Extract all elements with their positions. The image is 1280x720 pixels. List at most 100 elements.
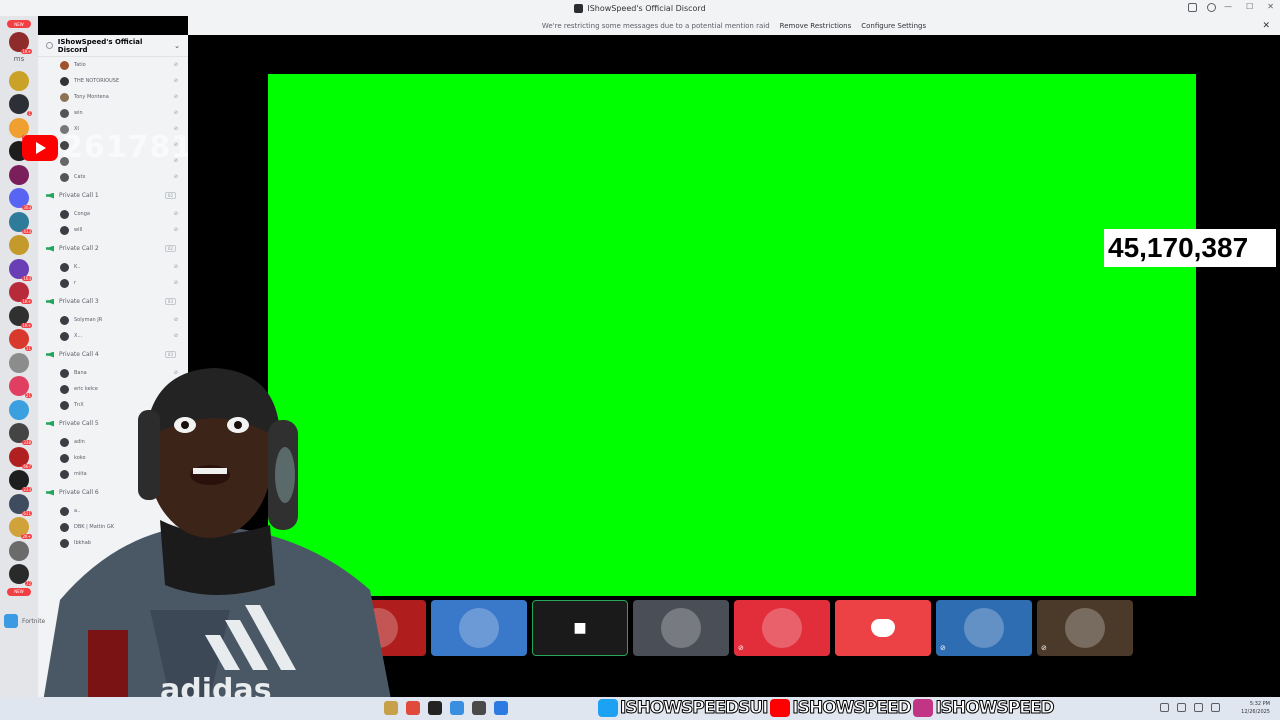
avatar [60, 331, 69, 341]
avatar [60, 278, 69, 288]
mic-muted-icon: ⊘ [1041, 644, 1047, 652]
remove-restrictions-link[interactable]: Remove Restrictions [780, 22, 852, 30]
mic-muted-icon: ⊘ [173, 174, 178, 180]
server-icon[interactable]: 1K+ [9, 305, 32, 328]
server-icon[interactable]: 1 [9, 94, 32, 116]
clock-date: 12/26/2025 [1241, 709, 1270, 715]
taskbar-app-icon[interactable] [428, 701, 442, 715]
taskbar-app-icon[interactable] [472, 701, 486, 715]
social-handle: ISHOWSPEED [792, 698, 912, 719]
participant-tile[interactable]: ■ [532, 600, 628, 656]
mic-muted-icon: ⊘ [173, 94, 178, 100]
voice-channel[interactable]: Private Call 2 02 [38, 238, 188, 259]
unread-badge: 1K+ [21, 48, 32, 54]
mic-muted-icon: ⊘ [173, 317, 178, 323]
battery-icon[interactable] [1211, 703, 1220, 712]
member-name: r [74, 280, 77, 286]
avatar [60, 60, 69, 70]
voice-channel-name: Private Call 3 [59, 298, 99, 305]
member-name: Tony Montena [74, 94, 109, 100]
volume-icon[interactable] [1194, 703, 1203, 712]
configure-settings-link[interactable]: Configure Settings [861, 22, 926, 30]
server-icon[interactable]: 11 [9, 329, 32, 351]
member-name: Conga [74, 211, 90, 217]
screenshare-video[interactable] [268, 74, 1196, 596]
participant-avatar [762, 608, 802, 648]
server-name: IShowSpeed's Official Discord [57, 37, 143, 54]
mic-muted-icon: ⊘ [940, 644, 946, 652]
ms-label: ms [13, 55, 25, 63]
unread-badge: 303 [22, 205, 32, 210]
social-handle: ISHOWSPEEDSUI [619, 698, 768, 719]
voice-member[interactable]: Tatio ⊘ [38, 57, 188, 73]
participant-tile[interactable] [431, 600, 527, 656]
youtube-subscriber-overlay: 261781 [22, 130, 193, 165]
server-icon[interactable]: 1K+ [9, 31, 32, 54]
voice-member[interactable]: win ⊘ [38, 105, 188, 121]
participant-tile[interactable] [633, 600, 729, 656]
taskbar-app-icon[interactable] [406, 701, 420, 715]
voice-member[interactable]: r ⊘ [38, 275, 188, 291]
new-badge-top[interactable]: NEW [7, 20, 31, 28]
mention-raid-notice: We're restricting some messages due to a… [188, 16, 1280, 35]
maximize-button[interactable]: ☐ [1246, 2, 1253, 11]
window-title: IShowSpeed's Official Discord [587, 3, 706, 13]
close-notice-button[interactable]: ✕ [1262, 21, 1270, 31]
user-count: 02 [164, 192, 176, 199]
avatar [60, 76, 69, 86]
discord-app-icon [574, 3, 584, 13]
taskbar-app-icon[interactable] [494, 701, 508, 715]
taskbar-app-icon[interactable] [384, 701, 398, 715]
taskbar-app-icon[interactable] [450, 701, 464, 715]
server-icon[interactable]: 303 [9, 188, 32, 210]
unread-badge: 433 [22, 228, 32, 234]
participant-tile[interactable]: ⊘ [936, 600, 1032, 656]
participant-avatar [459, 608, 499, 648]
server-icon[interactable] [9, 235, 29, 255]
system-clock[interactable]: 5:32 PM 12/26/2025 [1241, 700, 1270, 716]
mic-muted-icon: ⊘ [738, 644, 744, 652]
socials-banner: ISHOWSPEEDSUI ISHOWSPEED ISHOWSPEED [598, 696, 1055, 720]
voice-member[interactable]: Conga ⊘ [38, 206, 188, 222]
voice-channel-name: Private Call 2 [59, 245, 99, 252]
member-name: will [74, 227, 83, 233]
participant-tile[interactable]: ⊘ [1037, 600, 1133, 656]
social-twitter: ISHOWSPEEDSUI [598, 698, 769, 719]
minimize-button[interactable]: — [1224, 2, 1232, 11]
server-icon[interactable]: 1K+ [9, 282, 32, 304]
streamer-webcam: adidas [40, 368, 395, 720]
voice-channel[interactable]: Private Call 3 03 [38, 291, 188, 312]
avatar [60, 315, 69, 325]
server-icon[interactable]: 433 [9, 211, 32, 234]
member-name: Catx [74, 174, 86, 180]
chevron-down-icon[interactable]: ⌄ [174, 42, 180, 50]
voice-channel-name: Private Call 1 [59, 192, 99, 199]
youtube-subscriber-count: 261781 [62, 130, 194, 165]
participant-tile[interactable]: ⊘ [734, 600, 830, 656]
server-icon[interactable] [9, 70, 29, 91]
server-icon[interactable]: 103 [9, 258, 32, 281]
voice-member[interactable]: will ⊘ [38, 222, 188, 238]
voice-member[interactable]: Tony Montena ⊘ [38, 89, 188, 105]
participant-tile[interactable] [835, 600, 931, 656]
avatar [60, 172, 69, 182]
inbox-icon[interactable] [1188, 3, 1197, 12]
avatar [60, 209, 69, 219]
server-header[interactable]: IShowSpeed's Official Discord ⌄ [38, 35, 188, 57]
user-count: 03 [164, 298, 176, 305]
discord-logo-icon [871, 619, 895, 637]
network-icon[interactable] [1177, 703, 1186, 712]
mic-muted-icon: ⊘ [173, 62, 178, 68]
voice-member[interactable]: THE NOTORIOUSE ⊘ [38, 73, 188, 89]
voice-member[interactable]: K.. ⊘ [38, 259, 188, 275]
close-window-button[interactable]: ✕ [1267, 2, 1274, 11]
voice-channel[interactable]: Private Call 1 02 [38, 185, 188, 206]
help-icon[interactable] [1207, 3, 1216, 12]
voice-member[interactable]: Catx ⊘ [38, 169, 188, 185]
unread-badge: 1 [27, 111, 32, 116]
voice-member[interactable]: X... ⊘ [38, 328, 188, 344]
participant-tiles: ■ ⊘ ⊘ ⊘ [330, 600, 1140, 656]
tray-arrow-icon[interactable] [1160, 703, 1169, 712]
server-icon[interactable] [9, 164, 29, 185]
voice-member[interactable]: Solyman JR ⊘ [38, 312, 188, 328]
